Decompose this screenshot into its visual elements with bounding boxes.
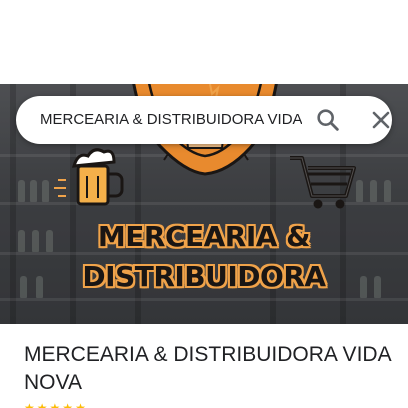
search-input[interactable]: MERCEARIA & DISTRIBUIDORA VIDA NOVA — [40, 96, 302, 144]
star-icon: ★ — [24, 401, 35, 408]
star-icon: ★ — [36, 401, 48, 408]
top-blank-area — [0, 0, 408, 84]
beer-mug-icon — [54, 148, 124, 206]
search-bar[interactable]: MERCEARIA & DISTRIBUIDORA VIDA NOVA — [16, 96, 392, 144]
star-icon: ★ — [49, 401, 61, 408]
logo-text-line2: DISTRIBUIDORA — [82, 260, 326, 293]
rating-stars: ★ ★ ★ ★ ★ — [24, 402, 86, 408]
star-icon: ★ — [75, 401, 86, 408]
star-icon: ★ — [62, 401, 74, 408]
logo-text-line1: MERCEARIA & — [97, 220, 311, 253]
search-icon[interactable] — [314, 106, 342, 134]
place-title: MERCEARIA & DISTRIBUIDORA VIDA NOVA — [24, 343, 391, 394]
shopping-cart-icon — [290, 156, 356, 209]
close-icon[interactable] — [367, 106, 395, 134]
